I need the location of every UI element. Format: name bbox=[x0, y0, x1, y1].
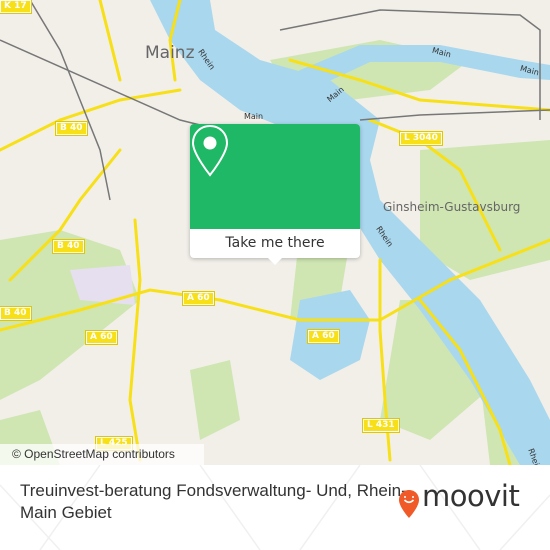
water-label-main: Main bbox=[244, 112, 264, 121]
take-me-there-button[interactable]: Take me there bbox=[190, 229, 360, 258]
map-attribution[interactable]: © OpenStreetMap contributors bbox=[0, 444, 204, 465]
place-label-ginsheim-gustavsburg: Ginsheim-Gustavsburg bbox=[383, 200, 521, 214]
footer: Treuinvest-beratung Fondsverwaltung- Und… bbox=[0, 465, 550, 550]
location-popup: Take me there bbox=[190, 124, 360, 265]
road-shield-a60: A 60 bbox=[182, 291, 215, 306]
road-shield-l431: L 431 bbox=[362, 418, 400, 433]
moovit-logo[interactable]: moovit bbox=[398, 479, 538, 523]
popup-tail bbox=[268, 258, 282, 265]
place-label-mainz: Mainz bbox=[145, 43, 195, 63]
location-title: Treuinvest-beratung Fondsverwaltung- Und… bbox=[20, 481, 407, 522]
road-shield-b40: B 40 bbox=[52, 239, 85, 254]
popup-header bbox=[190, 124, 360, 229]
moovit-wordmark: moovit bbox=[422, 479, 520, 513]
road-shield-l3040: L 3040 bbox=[399, 131, 443, 146]
road-shield-a60: A 60 bbox=[85, 330, 118, 345]
road-shield-b40: B 40 bbox=[0, 306, 32, 321]
map-pin-icon bbox=[191, 124, 229, 177]
road-shield-a60: A 60 bbox=[307, 329, 340, 344]
road-shield-k17: K 17 bbox=[0, 0, 32, 14]
map[interactable]: Mainz Ginsheim-Gustavsburg Rhein Main Ma… bbox=[0, 0, 550, 465]
moovit-pin-icon bbox=[399, 490, 419, 518]
road-shield-b40: B 40 bbox=[55, 121, 88, 136]
